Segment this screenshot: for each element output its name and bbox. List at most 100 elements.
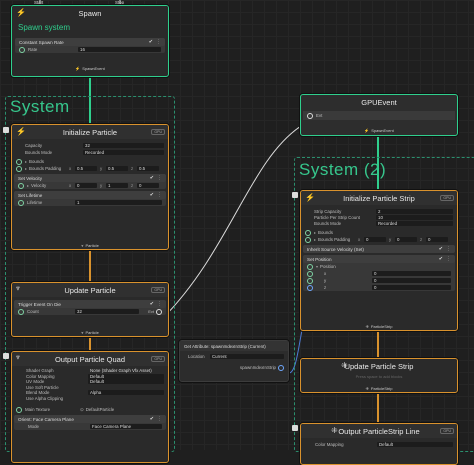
- add-blocks-hint[interactable]: Press space to add blocks: [301, 373, 457, 380]
- input-port[interactable]: [18, 182, 24, 189]
- trigger-event-on-die-block[interactable]: Trigger Event On Die ✔ ⋮ Count 32 Evt: [14, 300, 166, 315]
- strip-capacity-field[interactable]: 2: [376, 208, 453, 214]
- expand-icon[interactable]: ▸: [314, 230, 316, 235]
- uv-mode-dropdown[interactable]: Default: [88, 379, 164, 385]
- expand-icon[interactable]: ▸: [25, 159, 27, 164]
- evt-output-port[interactable]: [156, 308, 162, 315]
- more-icon[interactable]: ⋮: [157, 301, 162, 307]
- position-y-field[interactable]: 0: [372, 278, 451, 283]
- output-particle-quad-context[interactable]: ⩔ Output Particle Quad GPU Shader Graph N…: [11, 351, 169, 463]
- color-mapping-dropdown[interactable]: Default: [88, 373, 164, 379]
- rate-field[interactable]: 16: [78, 47, 161, 52]
- set-lifetime-block[interactable]: Set Lifetime ✔ ⋮ Lifetime 1: [14, 191, 166, 206]
- constant-spawn-rate-block[interactable]: Constant Spawn Rate ✔ ⋮ Rate 16: [15, 38, 165, 53]
- particle-output[interactable]: Particle: [85, 330, 98, 335]
- spawn-event-output[interactable]: SpawnEvent: [82, 66, 104, 71]
- particle-strip-output[interactable]: ParticleStrip: [371, 324, 393, 329]
- checkbox-icon[interactable]: ✔: [150, 175, 154, 181]
- update-header[interactable]: ⩔ Update Particle GPU: [12, 283, 168, 297]
- more-icon[interactable]: ⋮: [157, 192, 162, 198]
- more-icon[interactable]: ⋮: [156, 39, 161, 45]
- orient-block[interactable]: Orient: Face Camera Plane ✔ ⋮ Mode Face Cam…: [14, 415, 166, 430]
- particle-output[interactable]: Particle: [85, 243, 98, 248]
- particle-per-strip-field[interactable]: 10: [376, 214, 453, 220]
- system-2-title[interactable]: System (2): [299, 160, 386, 180]
- gpu-event-context[interactable]: GPUEvent Evt ⚡ SpawnEvent: [300, 94, 458, 136]
- input-port[interactable]: [307, 277, 313, 284]
- get-attribute-node[interactable]: Get Attribute: spawnIndexInStrip (Curren…: [179, 340, 289, 382]
- output-header[interactable]: ⩔ Output Particle Quad GPU: [12, 352, 168, 366]
- checkbox-icon[interactable]: ✔: [149, 39, 153, 45]
- padding-x-field[interactable]: 0.5: [75, 166, 98, 171]
- update-particle-strip-context[interactable]: ⁜ Update Particle Strip Press space to a…: [300, 358, 458, 393]
- checkbox-icon[interactable]: ✔: [439, 246, 443, 252]
- gpu-event-header[interactable]: GPUEvent: [301, 95, 457, 109]
- initialize-header[interactable]: ⚡ Initialize Particle GPU: [12, 125, 168, 139]
- input-port[interactable]: [305, 236, 311, 243]
- padding-z-field[interactable]: 0: [426, 237, 449, 242]
- capacity-field[interactable]: 32: [83, 143, 164, 148]
- initialize-particle-context[interactable]: ⚡ Initialize Particle GPU Capacity 32 Bou…: [11, 124, 169, 250]
- checkbox-icon[interactable]: ✔: [150, 301, 154, 307]
- input-port[interactable]: [18, 308, 24, 315]
- output-particle-strip-line-context[interactable]: ⁜ Output ParticleStrip Line GPU Color Ma…: [300, 423, 458, 465]
- checkbox-icon[interactable]: ✔: [150, 192, 154, 198]
- velocity-y-field[interactable]: 1: [106, 183, 129, 188]
- system-title[interactable]: System: [10, 97, 70, 117]
- position-x-field[interactable]: 0: [372, 271, 451, 276]
- more-icon[interactable]: ⋮: [157, 416, 162, 422]
- inherit-source-velocity-block[interactable]: Inherit Source Velocity (Set) ✔ ⋮: [303, 245, 455, 253]
- expand-icon[interactable]: ▸: [314, 237, 316, 242]
- mode-dropdown[interactable]: Face Camera Plane: [90, 424, 162, 429]
- checkbox-icon[interactable]: ✔: [439, 256, 443, 262]
- checkbox-icon[interactable]: ✔: [150, 416, 154, 422]
- padding-y-field[interactable]: 0.5: [106, 166, 129, 171]
- shader-graph-field[interactable]: None (Shader Graph Vfx Asset): [88, 368, 164, 373]
- output-port[interactable]: [278, 364, 284, 371]
- spawn-context[interactable]: ⚡ Spawn Spawn system Constant Spawn Rate…: [11, 5, 169, 77]
- output-strip-header[interactable]: ⁜ Output ParticleStrip Line GPU: [301, 424, 457, 438]
- padding-y-field[interactable]: 0: [395, 237, 418, 242]
- input-port[interactable]: [16, 158, 22, 165]
- spawn-event-output[interactable]: SpawnEvent: [371, 128, 393, 133]
- bounds-mode-dropdown[interactable]: Recorded: [83, 150, 164, 155]
- expand-icon[interactable]: ▸: [27, 183, 29, 188]
- padding-x-field[interactable]: 0: [364, 237, 387, 242]
- velocity-x-field[interactable]: 0: [75, 183, 98, 188]
- output-label: spawnIndexInStrip: [239, 365, 276, 370]
- input-port-connected[interactable]: [307, 284, 313, 291]
- set-velocity-block[interactable]: Set Velocity ✔ ⋮ ▸ Velocity x0 y1 z0: [14, 174, 166, 189]
- spawn-system-name[interactable]: Spawn system: [18, 23, 70, 32]
- padding-z-field[interactable]: 0.5: [137, 166, 160, 171]
- bounds-mode-dropdown[interactable]: Recorded: [376, 220, 453, 226]
- update-strip-header[interactable]: ⁜ Update Particle Strip: [301, 359, 457, 373]
- input-port[interactable]: [16, 406, 22, 413]
- attribute-node-title[interactable]: Get Attribute: spawnIndexInStrip (Curren…: [180, 341, 288, 351]
- input-port[interactable]: [307, 270, 313, 277]
- lifetime-field[interactable]: 1: [75, 200, 162, 205]
- input-port[interactable]: [305, 229, 311, 236]
- position-z-field[interactable]: 0: [372, 285, 451, 290]
- input-port[interactable]: [19, 46, 25, 53]
- input-port[interactable]: [18, 199, 24, 206]
- evt-input-port[interactable]: [307, 112, 313, 119]
- more-icon[interactable]: ⋮: [446, 256, 451, 262]
- initialize-particle-strip-context[interactable]: ⚡ Initialize Particle Strip GPU Strip Ca…: [300, 190, 458, 331]
- more-icon[interactable]: ⋮: [157, 175, 162, 181]
- collapse-icon[interactable]: ▾: [316, 264, 318, 269]
- input-port[interactable]: [307, 263, 313, 270]
- blend-mode-dropdown[interactable]: Alpha: [88, 390, 164, 396]
- set-position-block[interactable]: Set Position ✔ ⋮ ▾ Position x0 y0 z0: [303, 255, 455, 291]
- particle-strip-output[interactable]: ParticleStrip: [371, 386, 393, 391]
- location-dropdown[interactable]: Current: [210, 354, 284, 359]
- init-strip-header[interactable]: ⚡ Initialize Particle Strip GPU: [301, 191, 457, 205]
- expand-icon[interactable]: ▸: [25, 166, 27, 171]
- update-particle-context[interactable]: ⩔ Update Particle GPU Trigger Event On D…: [11, 282, 169, 337]
- velocity-z-field[interactable]: 0: [137, 183, 160, 188]
- count-field[interactable]: 32: [75, 309, 139, 314]
- main-texture-field[interactable]: DefaultParticle: [86, 407, 115, 412]
- more-icon[interactable]: ⋮: [446, 246, 451, 252]
- input-port[interactable]: [16, 165, 22, 172]
- color-mapping-dropdown[interactable]: Default: [377, 442, 453, 447]
- spawn-header[interactable]: ⚡ Spawn: [12, 6, 168, 20]
